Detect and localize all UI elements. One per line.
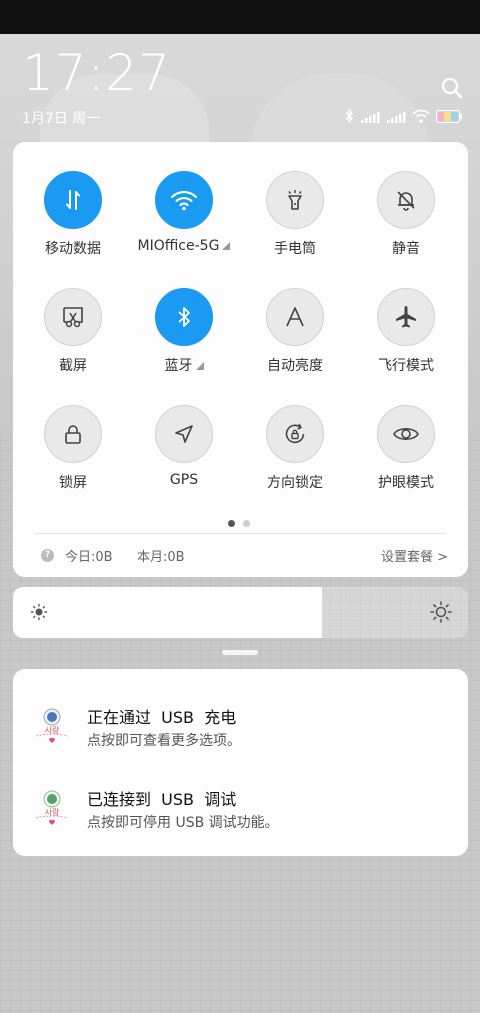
mobile-data-icon (44, 171, 102, 229)
tile-bluetooth[interactable]: 蓝牙 (129, 288, 239, 375)
divider (35, 533, 446, 534)
plan-settings-link[interactable]: 设置套餐 > (381, 546, 448, 565)
wifi-status-icon (412, 108, 430, 127)
tile-flashlight[interactable]: 手电筒 (240, 171, 350, 258)
tile-screenshot[interactable]: 截屏 (18, 288, 128, 375)
bluetooth-status-icon (344, 108, 354, 127)
android-system-icon: 사랑 (31, 705, 73, 753)
tile-auto-brightness[interactable]: 自动亮度 (240, 288, 350, 375)
flashlight-icon (266, 171, 324, 229)
bell-off-icon (377, 171, 435, 229)
airplane-icon (377, 288, 435, 346)
auto-brightness-icon (266, 288, 324, 346)
tile-lock-screen[interactable]: 锁屏 (18, 405, 128, 492)
notification-title: 已连接到 USB 调试 (87, 790, 237, 809)
status-bar-top (0, 0, 480, 34)
tile-label: 蓝牙 (129, 355, 239, 375)
data-usage-row: ? 今日:0B 本月:0B 设置套餐 > (39, 546, 448, 566)
svg-text:사랑: 사랑 (45, 807, 60, 817)
expand-caret-icon (222, 242, 231, 250)
tile-label: 截屏 (59, 358, 87, 374)
bluetooth-icon (155, 288, 213, 346)
tile-label: MIOffice-5G (129, 238, 239, 254)
notification-usb-debugging[interactable]: 사랑 已连接到 USB 调试 点按即可停用 USB 调试功能。 (13, 781, 468, 851)
page-dot-active (228, 520, 235, 527)
battery-icon (436, 108, 462, 127)
brightness-fill (13, 587, 323, 638)
bluetooth-label: 蓝牙 (164, 358, 193, 374)
notification-subtitle: 点按即可查看更多选项。 (87, 733, 241, 749)
notification-subtitle: 点按即可停用 USB 调试功能。 (87, 815, 279, 831)
tile-label: 方向锁定 (267, 475, 323, 491)
tile-label: 锁屏 (59, 475, 87, 491)
tile-label: GPS (169, 472, 199, 488)
screenshot-icon (44, 288, 102, 346)
expand-caret-icon (195, 362, 204, 370)
eye-icon (377, 405, 435, 463)
page-dot (243, 520, 250, 527)
tile-mute[interactable]: 静音 (351, 171, 461, 258)
tile-mobile-data[interactable]: 移动数据 (18, 171, 128, 258)
brightness-slider[interactable] (13, 587, 468, 638)
svg-text:사랑: 사랑 (45, 725, 60, 735)
search-icon[interactable] (440, 76, 464, 100)
data-usage-today: 今日:0B (65, 550, 113, 565)
notification-usb-charging[interactable]: 사랑 正在通过 USB 充电 点按即可查看更多选项。 (13, 699, 468, 769)
signal-sim1-icon (360, 108, 380, 127)
tile-rotation-lock[interactable]: 方向锁定 (240, 405, 350, 492)
data-usage-month: 本月:0B (137, 550, 185, 565)
tile-eye-care[interactable]: 护眼模式 (351, 405, 461, 492)
page-indicator[interactable] (228, 520, 250, 527)
clock-time: 17:27 (22, 44, 172, 102)
tile-label: 手电筒 (274, 241, 316, 257)
wifi-icon (155, 171, 213, 229)
tile-label: 护眼模式 (378, 475, 434, 491)
tile-wifi[interactable]: MIOffice-5G (129, 171, 239, 254)
tile-gps[interactable]: GPS (129, 405, 239, 488)
quick-settings-panel: 移动数据 MIOffice-5G 手电筒 静音 截屏 蓝牙 自动亮度 飞行模式 … (13, 142, 468, 577)
tile-label: 自动亮度 (267, 358, 323, 374)
clock-date: 1月7日 周一 (22, 111, 101, 127)
tile-label: 移动数据 (45, 241, 101, 257)
drag-handle[interactable] (222, 650, 258, 655)
status-icons (344, 108, 462, 126)
wifi-network-name: MIOffice-5G (137, 238, 220, 254)
tile-airplane-mode[interactable]: 飞行模式 (351, 288, 461, 375)
notification-panel: 사랑 正在通过 USB 充电 点按即可查看更多选项。 사랑 已连接到 USB 调… (13, 669, 468, 856)
tile-label: 飞行模式 (378, 358, 434, 374)
rotation-lock-icon (266, 405, 324, 463)
notification-title: 正在通过 USB 充电 (87, 708, 237, 727)
brightness-low-icon (30, 603, 48, 625)
gps-icon (155, 405, 213, 463)
help-icon[interactable]: ? (41, 549, 54, 562)
android-system-icon: 사랑 (31, 787, 73, 835)
tile-label: 静音 (392, 241, 420, 257)
signal-sim2-icon (386, 108, 406, 127)
brightness-high-icon (430, 601, 452, 627)
lock-icon (44, 405, 102, 463)
